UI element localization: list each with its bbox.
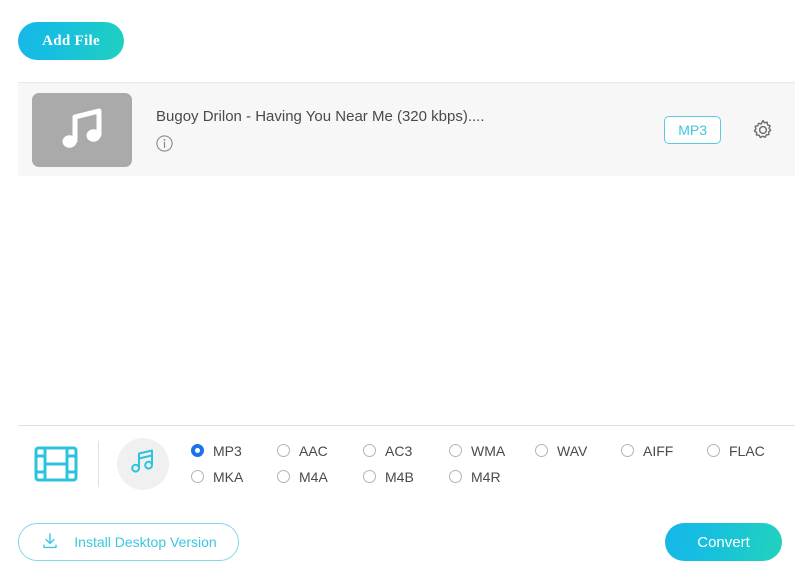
radio-indicator xyxy=(363,470,376,483)
gear-icon[interactable] xyxy=(751,118,775,142)
convert-button[interactable]: Convert xyxy=(665,523,782,561)
footer: Install Desktop Version Convert xyxy=(0,512,800,572)
file-thumbnail xyxy=(32,93,132,167)
download-icon xyxy=(40,531,60,554)
music-note-icon xyxy=(55,103,109,157)
file-list-item[interactable]: Bugoy Drilon - Having You Near Me (320 k… xyxy=(18,83,795,176)
file-details: Bugoy Drilon - Having You Near Me (320 k… xyxy=(132,108,664,152)
file-list: Bugoy Drilon - Having You Near Me (320 k… xyxy=(18,82,795,176)
info-circle-icon[interactable] xyxy=(156,135,173,152)
radio-indicator xyxy=(621,444,634,457)
radio-indicator xyxy=(191,444,204,457)
radio-indicator xyxy=(449,470,462,483)
radio-indicator xyxy=(535,444,548,457)
radio-indicator xyxy=(191,470,204,483)
format-selection-panel: MP3 AAC AC3 WMA WAV AIFF FLAC MKA xyxy=(18,425,795,501)
format-radio-mka[interactable]: MKA xyxy=(191,469,277,485)
format-radio-wav[interactable]: WAV xyxy=(535,443,621,459)
radio-indicator xyxy=(449,444,462,457)
radio-indicator xyxy=(707,444,720,457)
format-radio-aac[interactable]: AAC xyxy=(277,443,363,459)
toolbar: Add File xyxy=(0,0,800,82)
radio-indicator xyxy=(363,444,376,457)
format-radio-ac3[interactable]: AC3 xyxy=(363,443,449,459)
format-radio-m4a[interactable]: M4A xyxy=(277,469,363,485)
format-radio-wma[interactable]: WMA xyxy=(449,443,535,459)
file-format-badge[interactable]: MP3 xyxy=(664,116,721,144)
add-file-button[interactable]: Add File xyxy=(18,22,124,60)
radio-indicator xyxy=(277,444,290,457)
panel-divider xyxy=(98,441,99,487)
format-radio-group: MP3 AAC AC3 WMA WAV AIFF FLAC MKA xyxy=(191,438,793,490)
format-radio-aiff[interactable]: AIFF xyxy=(621,443,707,459)
format-radio-m4r[interactable]: M4R xyxy=(449,469,535,485)
file-name: Bugoy Drilon - Having You Near Me (320 k… xyxy=(156,108,664,125)
format-radio-flac[interactable]: FLAC xyxy=(707,443,793,459)
format-radio-mp3[interactable]: MP3 xyxy=(191,443,277,459)
install-button-label: Install Desktop Version xyxy=(74,534,216,550)
music-note-icon xyxy=(128,446,158,481)
film-strip-icon[interactable] xyxy=(32,446,80,482)
radio-indicator xyxy=(277,470,290,483)
format-radio-m4b[interactable]: M4B xyxy=(363,469,449,485)
audio-format-tab[interactable] xyxy=(117,438,169,490)
install-desktop-version-button[interactable]: Install Desktop Version xyxy=(18,523,239,561)
